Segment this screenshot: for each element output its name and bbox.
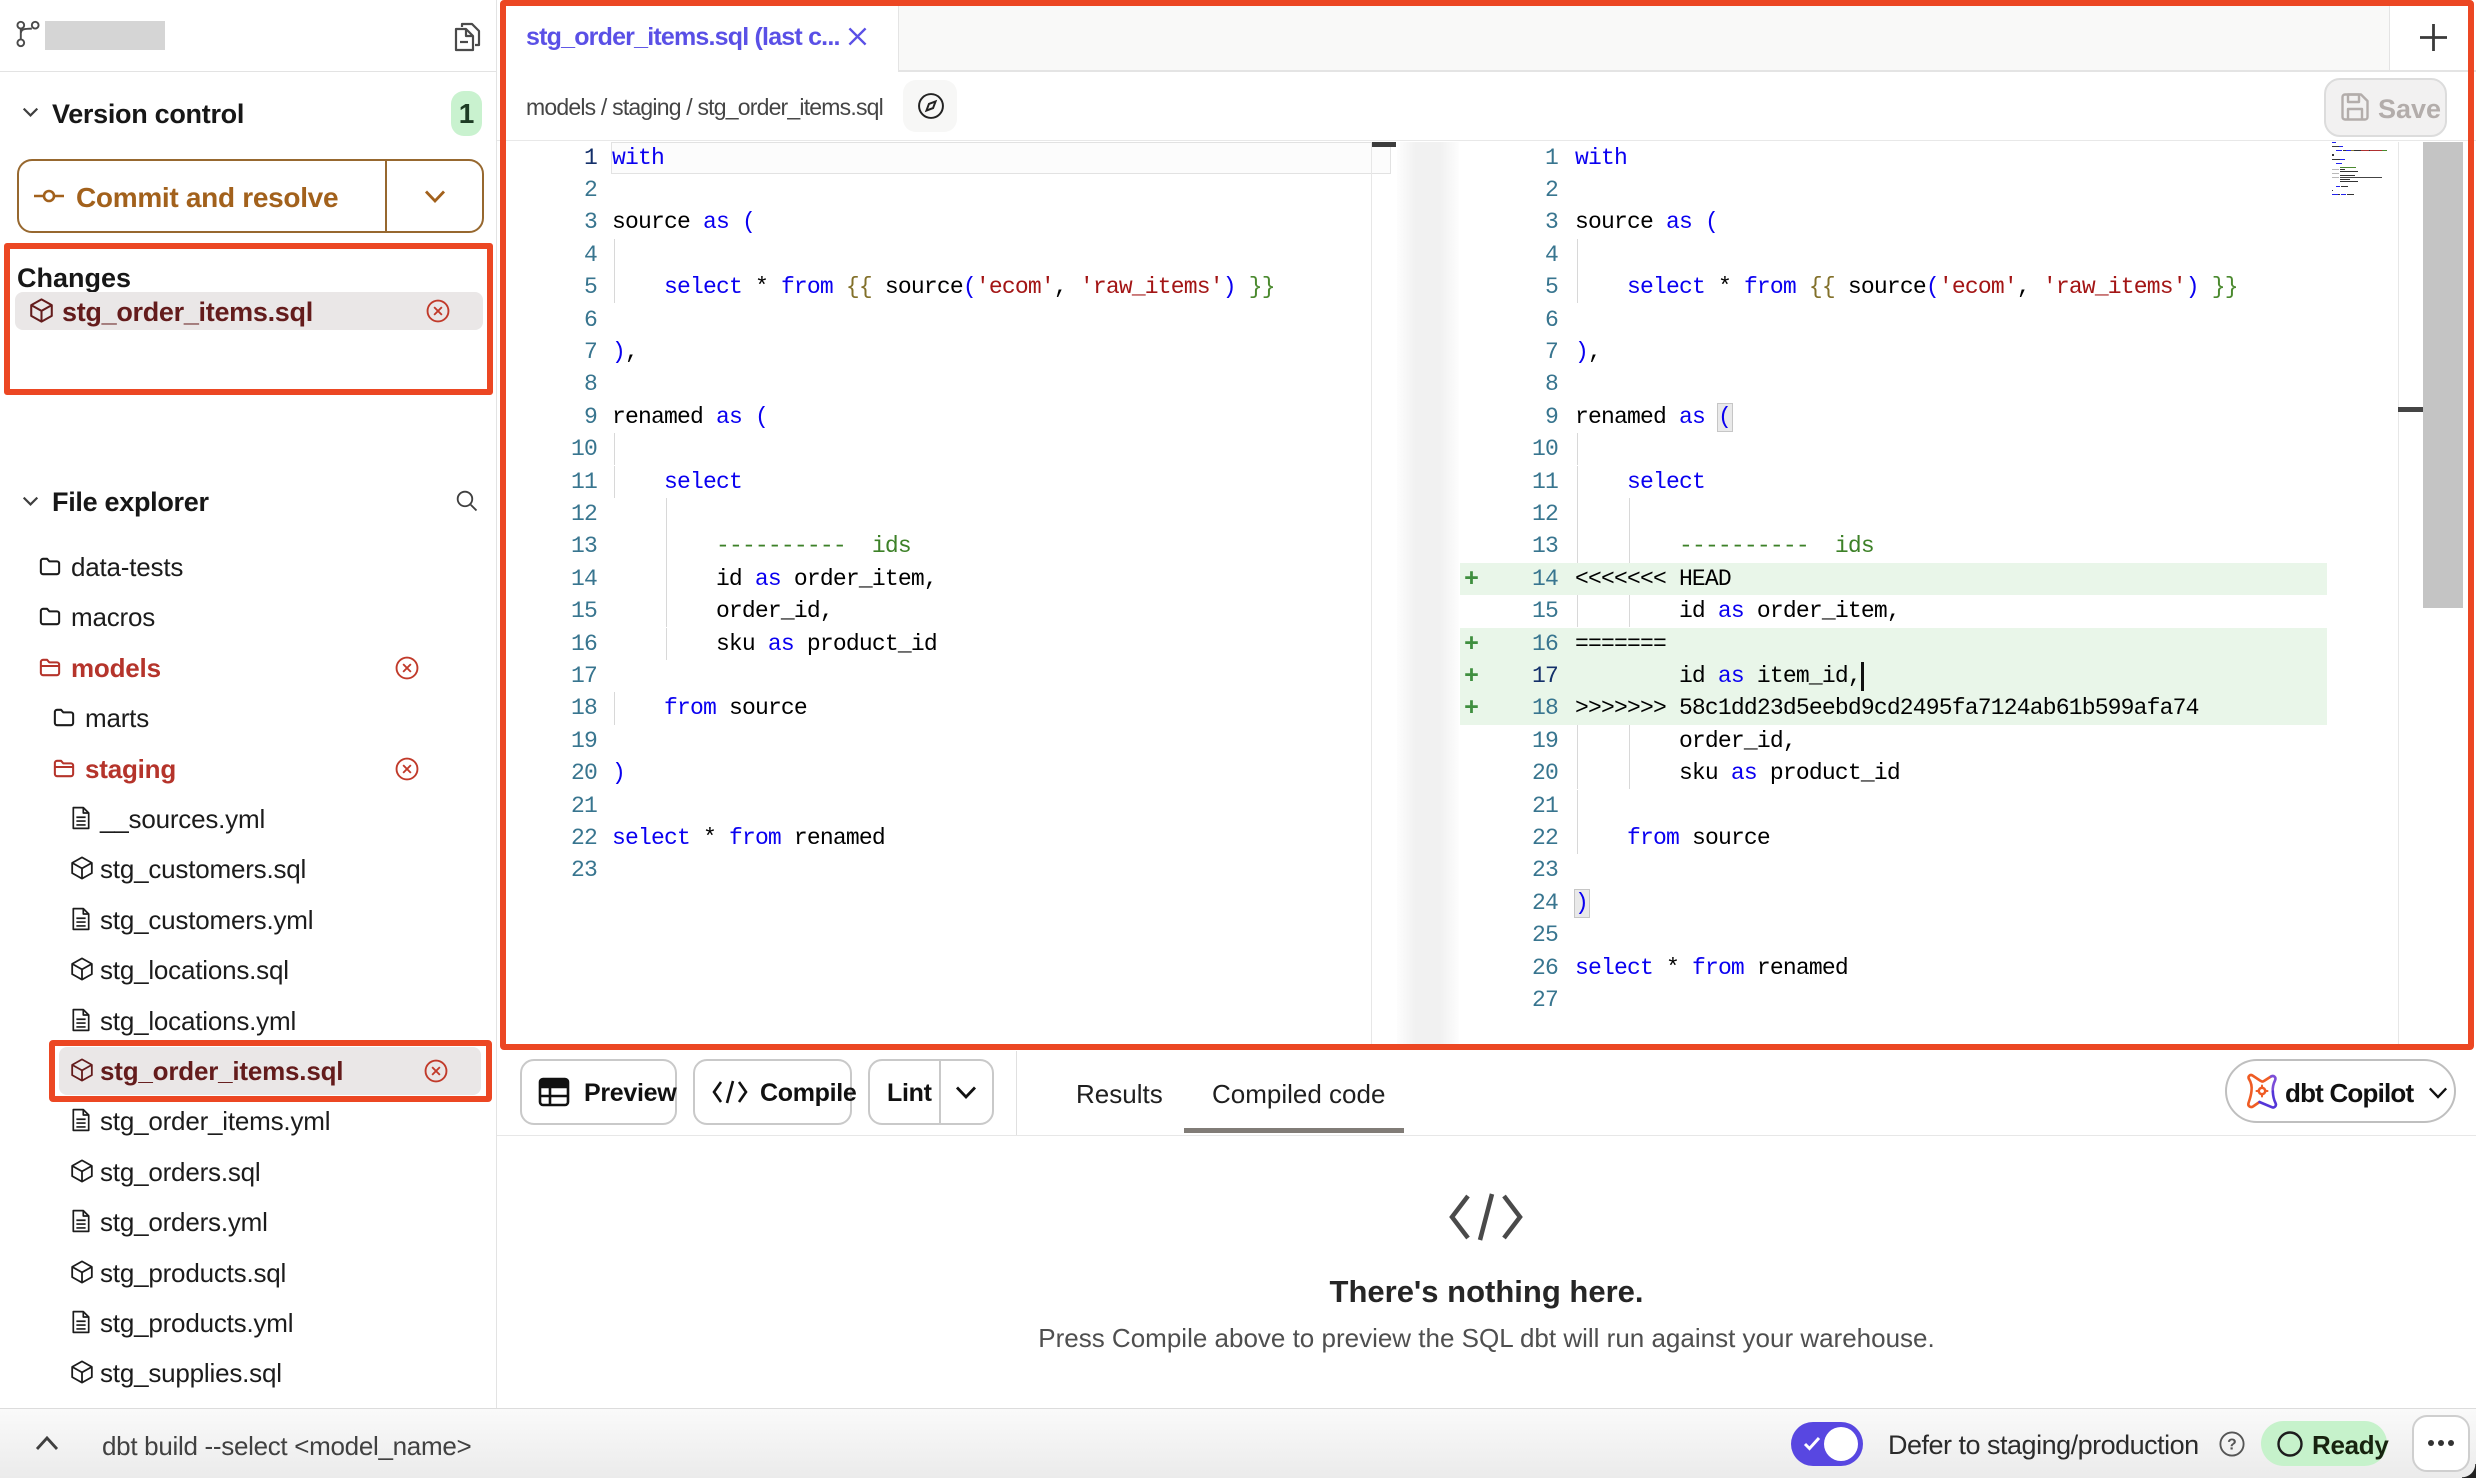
svg-text:?: ? <box>2227 1437 2237 1454</box>
